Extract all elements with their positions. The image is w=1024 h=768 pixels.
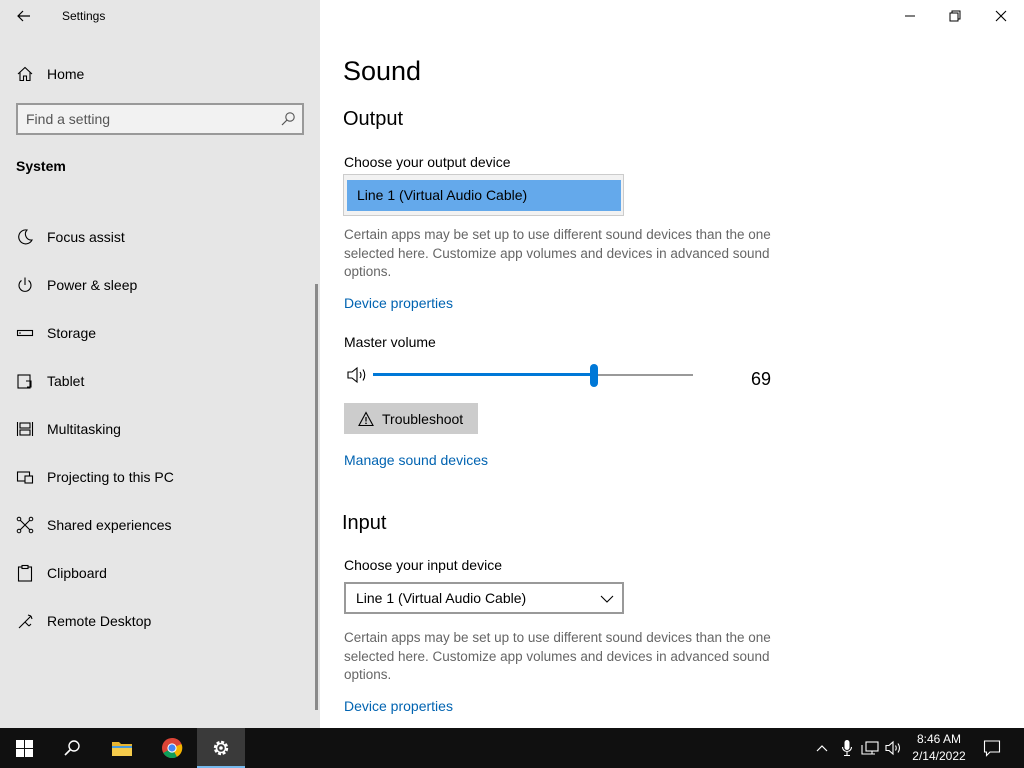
chrome-button[interactable] xyxy=(148,728,196,768)
search-icon[interactable] xyxy=(280,111,296,127)
sidebar-nav: Focus assist Power & sleep Storage Table… xyxy=(0,213,316,645)
settings-button[interactable] xyxy=(197,728,245,768)
projecting-icon xyxy=(16,471,34,484)
sidebar-item-label: Shared experiences xyxy=(47,517,172,533)
power-icon xyxy=(18,277,32,292)
page-title: Sound xyxy=(343,56,422,86)
output-device-label: Choose your output device xyxy=(344,154,511,170)
network-icon xyxy=(861,741,879,755)
remote-desktop-icon xyxy=(18,614,33,629)
sidebar-item-label: Home xyxy=(47,66,85,82)
back-button[interactable] xyxy=(10,4,38,28)
sidebar-item-label: Projecting to this PC xyxy=(47,469,174,485)
back-arrow-icon xyxy=(17,10,30,22)
action-center-button[interactable] xyxy=(983,738,1001,758)
sidebar-item-storage[interactable]: Storage xyxy=(0,309,316,357)
output-device-select[interactable]: Line 1 (Virtual Audio Cable) xyxy=(343,174,624,216)
notification-icon xyxy=(983,740,1001,757)
gear-icon xyxy=(213,740,229,756)
master-volume-slider[interactable] xyxy=(373,362,693,388)
sidebar-item-label: Storage xyxy=(47,325,97,341)
tablet-icon xyxy=(17,374,32,389)
multitasking-icon xyxy=(16,422,34,436)
sidebar-item-shared-experiences[interactable]: Shared experiences xyxy=(0,501,316,549)
clipboard-icon xyxy=(17,564,33,582)
app-title: Settings xyxy=(62,9,106,23)
sidebar-item-multitasking[interactable]: Multitasking xyxy=(0,405,316,453)
master-volume-label: Master volume xyxy=(344,334,436,350)
volume-tray-icon[interactable] xyxy=(885,738,903,758)
shared-experiences-icon xyxy=(16,516,34,534)
slider-thumb[interactable] xyxy=(589,364,598,387)
search-button[interactable] xyxy=(48,728,96,768)
volume-value: 69 xyxy=(751,369,772,389)
taskbar-clock[interactable]: 8:46 AM 2/14/2022 xyxy=(906,731,972,765)
manage-sound-devices-link[interactable]: Manage sound devices xyxy=(344,452,488,468)
sidebar-item-power-sleep[interactable]: Power & sleep xyxy=(0,261,316,309)
slider-fill xyxy=(373,373,594,376)
input-heading: Input xyxy=(342,512,387,534)
taskbar: 8:46 AM 2/14/2022 xyxy=(0,728,1024,768)
chevron-up-icon xyxy=(816,745,828,752)
microphone-icon xyxy=(841,740,853,757)
search-icon xyxy=(64,740,80,756)
sidebar-item-label: Power & sleep xyxy=(47,277,138,293)
start-button[interactable] xyxy=(0,728,48,768)
sidebar-item-focus-assist[interactable]: Focus assist xyxy=(0,213,316,261)
input-device-select[interactable]: Line 1 (Virtual Audio Cable) xyxy=(344,582,624,614)
moon-icon xyxy=(18,229,33,245)
selected-option-label: Line 1 (Virtual Audio Cable) xyxy=(357,187,528,203)
chevron-down-icon xyxy=(600,595,614,603)
sidebar-item-clipboard[interactable]: Clipboard xyxy=(0,549,316,597)
warning-icon xyxy=(358,410,374,426)
speaker-icon[interactable] xyxy=(346,365,370,385)
sidebar-item-projecting[interactable]: Projecting to this PC xyxy=(0,453,316,501)
sidebar-item-label: Tablet xyxy=(47,373,85,389)
main-content: Sound Output Choose your output device L… xyxy=(320,0,1024,728)
search-input[interactable] xyxy=(26,110,276,128)
sidebar-item-label: Focus assist xyxy=(47,229,125,245)
speaker-icon xyxy=(885,740,901,756)
selected-option[interactable]: Line 1 (Virtual Audio Cable) xyxy=(347,180,621,211)
troubleshoot-button[interactable]: Troubleshoot xyxy=(344,403,478,434)
folder-icon xyxy=(112,742,132,756)
file-explorer-button[interactable] xyxy=(98,728,146,768)
search-box[interactable] xyxy=(16,103,304,135)
sidebar-item-label: Multitasking xyxy=(47,421,121,437)
network-tray-icon[interactable] xyxy=(861,738,879,758)
microphone-tray-icon[interactable] xyxy=(838,738,856,758)
chrome-icon xyxy=(162,737,183,759)
title-bar: Settings xyxy=(0,0,320,32)
input-note: Certain apps may be set up to use differ… xyxy=(344,630,771,682)
section-heading: System xyxy=(16,158,66,174)
output-heading: Output xyxy=(343,108,404,130)
clock-time: 8:46 AM xyxy=(916,732,962,746)
storage-icon xyxy=(16,329,34,337)
sidebar: Settings Home System Focus assist Power … xyxy=(0,0,320,728)
sidebar-item-tablet[interactable]: Tablet xyxy=(0,357,316,405)
input-device-properties-link[interactable]: Device properties xyxy=(344,698,453,714)
show-hidden-icons-button[interactable] xyxy=(813,738,831,758)
sidebar-item-home[interactable]: Home xyxy=(0,56,320,92)
output-note: Certain apps may be set up to use differ… xyxy=(344,227,771,279)
clock-date: 2/14/2022 xyxy=(912,749,966,763)
input-device-label: Choose your input device xyxy=(344,557,502,573)
windows-logo-icon xyxy=(15,739,33,757)
home-icon xyxy=(17,66,33,82)
troubleshoot-label: Troubleshoot xyxy=(382,410,464,427)
sidebar-item-remote-desktop[interactable]: Remote Desktop xyxy=(0,597,316,645)
sidebar-item-label: Clipboard xyxy=(47,565,107,581)
sidebar-item-label: Remote Desktop xyxy=(47,613,152,629)
input-device-value: Line 1 (Virtual Audio Cable) xyxy=(356,590,527,606)
output-device-properties-link[interactable]: Device properties xyxy=(344,295,453,311)
sidebar-scrollbar[interactable] xyxy=(315,284,318,710)
